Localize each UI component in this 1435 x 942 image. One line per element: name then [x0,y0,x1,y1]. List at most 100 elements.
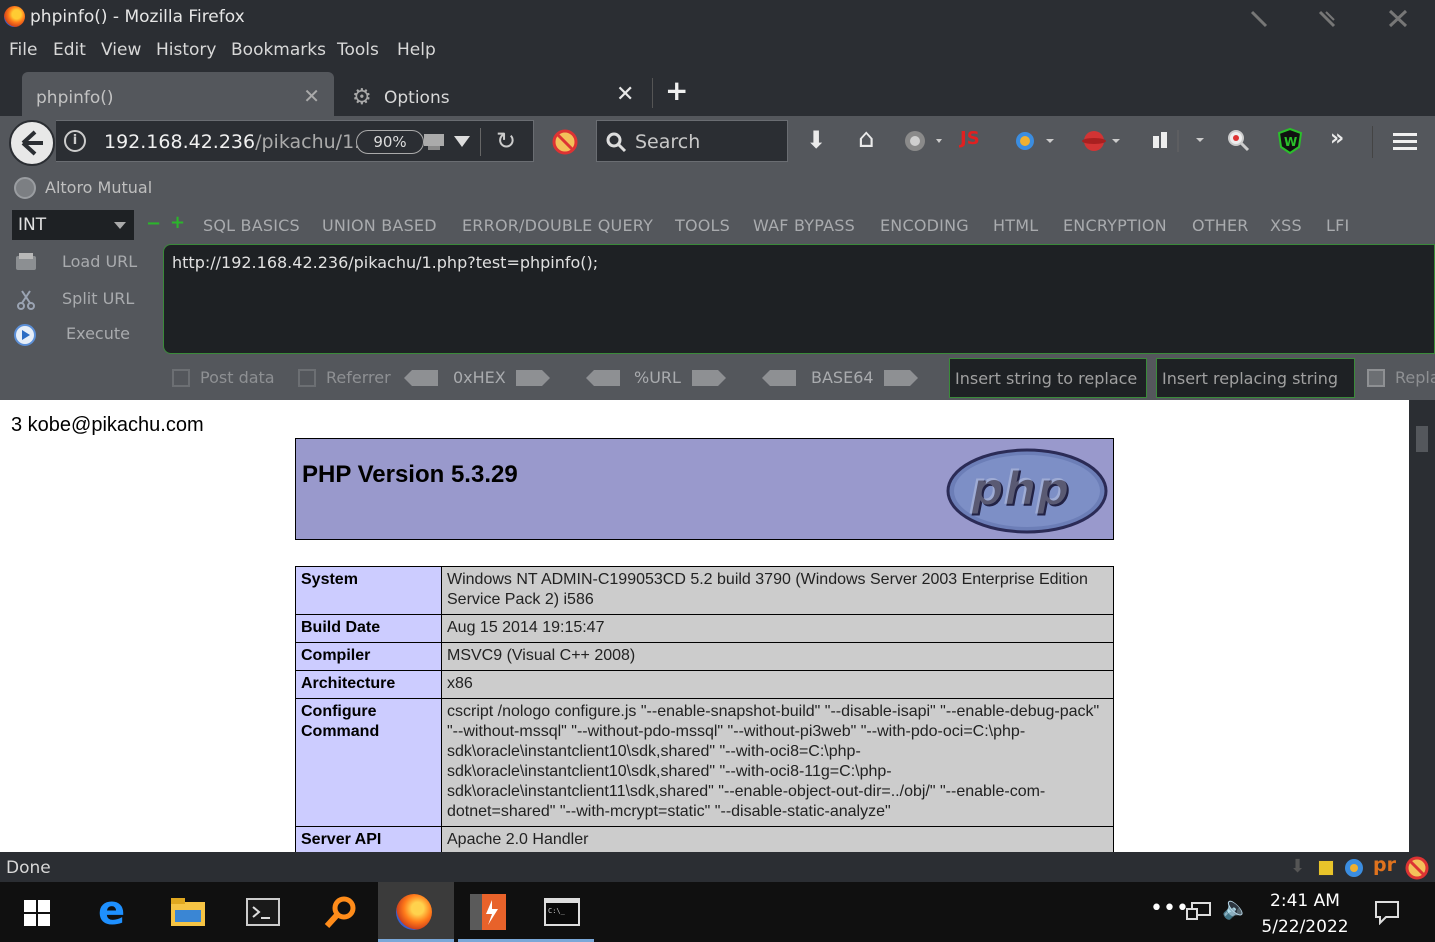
status-addon-icon[interactable] [1318,860,1334,876]
addon-globe-icon[interactable] [904,129,944,155]
hackbar-menu-waf-bypass[interactable]: WAF BYPASS [753,216,855,235]
search-box[interactable]: Search [596,120,788,162]
insert-replacing-string-input[interactable]: Insert replacing string [1156,358,1355,398]
taskbar-search-tool[interactable] [304,882,380,942]
hackbar-menu-other[interactable]: OTHER [1192,216,1249,235]
taskbar-file-explorer[interactable] [152,882,228,942]
hackbar-menu-tools[interactable]: TOOLS [675,216,730,235]
hackbar-menu-sql-basics[interactable]: SQL BASICS [203,216,300,235]
taskbar-burp-suite[interactable] [458,882,534,942]
hackbar-menu-union-based[interactable]: UNION BASED [322,216,437,235]
hamburger-menu-icon[interactable] [1391,130,1419,154]
tab-options[interactable]: ⚙ Options ✕ [340,72,650,116]
url-decode-arrow-icon[interactable] [586,370,620,386]
addon-red-icon[interactable] [1082,129,1126,155]
hackbar-url-value: http://192.168.42.236/pikachu/1.php?test… [172,253,599,272]
close-tab-icon[interactable]: ✕ [303,84,320,108]
taskbar-edge[interactable]: e [76,882,152,942]
navigation-bar: i 192.168.42.236/pikachu/1. 90% ↻ Search… [0,116,1435,168]
base64-decode-arrow-icon[interactable] [762,370,796,386]
hex-decode-arrow-icon[interactable] [404,370,438,386]
increase-icon[interactable]: + [170,212,185,233]
menu-bar: File Edit View History Bookmarks Tools H… [0,36,1435,66]
split-url-button[interactable]: Split URL [14,289,134,311]
download-icon[interactable]: ⬇ [806,126,826,154]
execute-label: Execute [66,324,130,343]
int-select[interactable]: INT [12,210,134,240]
menu-history[interactable]: History [156,40,216,60]
table-row: Compiler MSVC9 (Visual C++ 2008) [295,642,1114,671]
wappalyzer-icon[interactable]: W [1277,127,1303,155]
javascript-icon[interactable]: JS [960,128,980,149]
base64-encode-arrow-icon[interactable] [884,370,918,386]
hex-encode-arrow-icon[interactable] [516,370,550,386]
noscript-icon[interactable] [551,128,579,156]
hackbar-menu-html[interactable]: HTML [993,216,1038,235]
hackbar-search-icon[interactable] [1226,128,1252,154]
library-icon[interactable] [1150,128,1210,154]
hackbar-menu-lfi[interactable]: LFI [1326,216,1349,235]
decrease-icon[interactable]: − [146,213,161,234]
url-bar[interactable]: i 192.168.42.236/pikachu/1. 90% ↻ [56,120,534,162]
hackbar-menu-xss[interactable]: XSS [1270,216,1302,235]
status-noscript-icon[interactable] [1405,856,1429,880]
status-download-icon[interactable]: ⬇ [1290,856,1305,877]
status-pr-icon[interactable]: pr [1373,854,1396,876]
network-tray-icon[interactable] [1186,901,1214,923]
start-button[interactable] [0,882,76,942]
scrollbar-thumb[interactable] [1416,426,1428,452]
load-url-button[interactable]: Load URL [14,252,137,272]
menu-tools[interactable]: Tools [337,40,379,60]
table-row: Architecture x86 [295,670,1114,699]
menu-help[interactable]: Help [397,40,436,60]
reload-icon[interactable]: ↻ [496,127,516,155]
switcher-icon[interactable] [1014,129,1058,155]
status-bar: Done ⬇ pr [0,852,1435,882]
volume-icon[interactable]: 🔈 [1222,896,1249,921]
page-scrollbar[interactable] [1409,400,1435,852]
php-version-title: PHP Version 5.3.29 [302,461,518,488]
info-value: Windows NT ADMIN-C199053CD 5.2 build 379… [441,566,1114,615]
status-switcher-icon[interactable] [1343,857,1365,879]
menu-file[interactable]: File [9,40,37,60]
url-encoding-label: %URL [634,368,681,387]
url-host: 192.168.42.236 [104,131,256,153]
menu-view[interactable]: View [101,40,141,60]
new-tab-icon[interactable]: + [665,74,688,107]
info-key: Build Date [295,614,442,643]
taskbar-powershell[interactable] [228,882,304,942]
insert-string-to-replace-input[interactable]: Insert string to replace [949,358,1147,398]
base64-label: BASE64 [811,368,874,387]
url-encode-arrow-icon[interactable] [692,370,726,386]
bookmark-altoro-mutual[interactable]: Altoro Mutual [45,178,152,197]
tab-phpinfo[interactable]: phpinfo() ✕ [22,72,334,116]
clock[interactable]: 2:41 AM 5/22/2022 [1250,888,1360,940]
menu-bookmarks[interactable]: Bookmarks [231,40,326,60]
back-button[interactable] [9,120,55,166]
maximize-icon[interactable] [1316,8,1340,28]
zoom-indicator[interactable]: 90% [356,130,424,154]
taskbar-cmd[interactable]: C:\_ [534,882,594,942]
taskbar-firefox[interactable] [378,882,454,942]
chevron-down-icon[interactable] [454,136,470,148]
network-icon[interactable] [422,131,448,153]
minimize-icon[interactable] [1248,8,1272,28]
home-icon[interactable]: ⌂ [858,124,875,154]
overflow-dots-icon[interactable]: ••• [1150,896,1189,921]
hackbar-menu-error-double-query[interactable]: ERROR/DOUBLE QUERY [462,216,653,235]
menu-edit[interactable]: Edit [53,40,86,60]
hackbar-menu-encoding[interactable]: ENCODING [880,216,969,235]
overflow-chevron-icon[interactable]: » [1330,126,1344,151]
firefox-logo-icon [4,6,25,27]
hackbar-menu-encryption[interactable]: ENCRYPTION [1063,216,1167,235]
hackbar-url-textarea[interactable]: http://192.168.42.236/pikachu/1.php?test… [163,244,1435,354]
table-row: Build Date Aug 15 2014 19:15:47 [295,614,1114,643]
toolbar-divider [1372,126,1373,158]
action-center-icon[interactable] [1374,899,1400,925]
close-window-icon[interactable] [1386,8,1410,28]
info-icon[interactable]: i [64,130,86,152]
load-url-label: Load URL [62,252,138,271]
close-tab-icon[interactable]: ✕ [616,82,634,107]
edge-icon: e [98,888,126,934]
execute-button[interactable]: Execute [14,324,130,346]
